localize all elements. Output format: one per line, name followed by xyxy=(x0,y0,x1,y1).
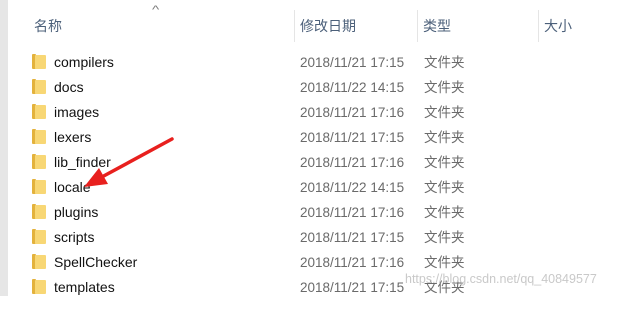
column-header-size-label: 大小 xyxy=(544,18,572,34)
watermark-text: https://blog.csdn.net/qq_40849577 xyxy=(405,272,597,286)
file-row-plugins[interactable]: plugins 2018/11/21 17:16 文件夹 xyxy=(0,200,620,225)
file-name: SpellChecker xyxy=(54,254,138,270)
file-date: 2018/11/22 14:15 xyxy=(300,80,405,95)
file-name: images xyxy=(54,104,100,120)
column-header-type[interactable]: 类型 xyxy=(417,11,538,41)
file-row-docs[interactable]: docs 2018/11/22 14:15 文件夹 xyxy=(0,75,620,100)
file-row-lib-finder[interactable]: lib_finder 2018/11/21 17:16 文件夹 xyxy=(0,150,620,175)
file-date: 2018/11/21 17:15 xyxy=(300,280,405,295)
folder-icon xyxy=(32,254,46,269)
file-type: 文件夹 xyxy=(424,155,465,170)
folder-icon xyxy=(32,204,46,219)
folder-icon xyxy=(32,79,46,94)
folder-icon xyxy=(32,129,46,144)
file-type: 文件夹 xyxy=(424,180,465,195)
column-header-date-label: 修改日期 xyxy=(300,18,356,34)
file-type: 文件夹 xyxy=(424,205,465,220)
folder-icon xyxy=(32,279,46,294)
file-name: scripts xyxy=(54,229,95,245)
folder-icon xyxy=(32,154,46,169)
file-date: 2018/11/21 17:16 xyxy=(300,205,405,220)
file-date: 2018/11/21 17:15 xyxy=(300,130,405,145)
folder-icon xyxy=(32,54,46,69)
file-type: 文件夹 xyxy=(424,130,465,145)
column-header-size[interactable]: 大小 xyxy=(538,11,618,41)
file-name: templates xyxy=(54,279,115,295)
file-name: plugins xyxy=(54,204,99,220)
column-header-date[interactable]: 修改日期 xyxy=(294,11,416,41)
file-row-compilers[interactable]: compilers 2018/11/21 17:15 文件夹 xyxy=(0,50,620,75)
file-name: docs xyxy=(54,79,84,95)
file-row-images[interactable]: images 2018/11/21 17:16 文件夹 xyxy=(0,100,620,125)
file-type: 文件夹 xyxy=(424,230,465,245)
folder-icon xyxy=(32,104,46,119)
file-date: 2018/11/21 17:16 xyxy=(300,105,405,120)
file-name: locale xyxy=(54,179,91,195)
file-date: 2018/11/21 17:15 xyxy=(300,230,405,245)
file-date: 2018/11/21 17:16 xyxy=(300,155,405,170)
file-row-locale[interactable]: locale 2018/11/22 14:15 文件夹 xyxy=(0,175,620,200)
file-row-lexers[interactable]: lexers 2018/11/21 17:15 文件夹 xyxy=(0,125,620,150)
file-row-scripts[interactable]: scripts 2018/11/21 17:15 文件夹 xyxy=(0,225,620,250)
file-type: 文件夹 xyxy=(424,55,465,70)
file-type: 文件夹 xyxy=(424,80,465,95)
folder-icon xyxy=(32,229,46,244)
column-header-bar: ^ 名称 修改日期 类型 大小 xyxy=(0,0,620,50)
file-date: 2018/11/21 17:16 xyxy=(300,255,405,270)
folder-icon xyxy=(32,179,46,194)
file-date: 2018/11/22 14:15 xyxy=(300,180,405,195)
file-type: 文件夹 xyxy=(424,105,465,120)
column-header-name[interactable]: 名称 xyxy=(28,11,294,41)
column-header-name-label: 名称 xyxy=(34,18,62,34)
file-name: lib_finder xyxy=(54,154,111,170)
file-name: lexers xyxy=(54,129,92,145)
column-header-type-label: 类型 xyxy=(423,18,451,34)
file-explorer: ^ 名称 修改日期 类型 大小 compilers 2018/11/21 17:… xyxy=(0,0,620,309)
file-name: compilers xyxy=(54,54,114,70)
file-date: 2018/11/21 17:15 xyxy=(300,55,405,70)
